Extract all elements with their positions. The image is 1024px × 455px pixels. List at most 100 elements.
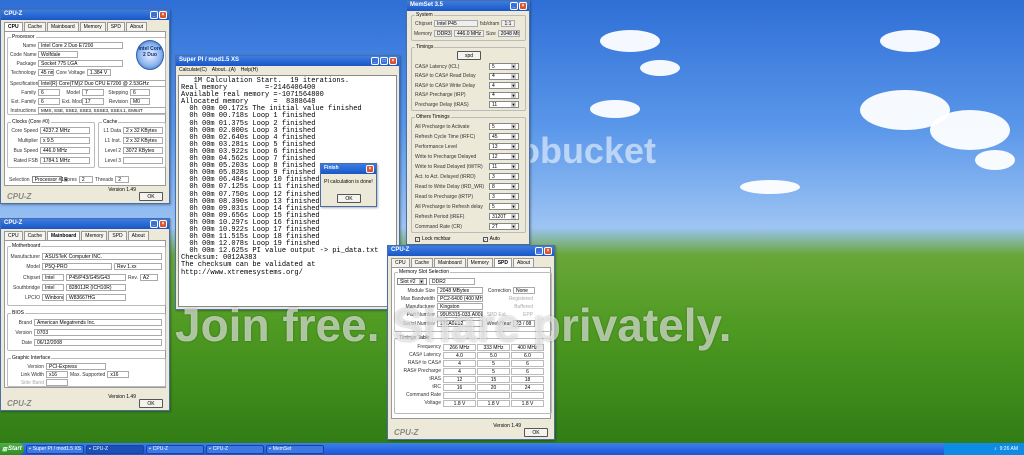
specification: Intel(R) Core(TM)2 Duo CPU E7200 @ 2.53G… <box>38 80 166 87</box>
tab-cpu[interactable]: CPU <box>4 22 23 31</box>
timing-dropdown[interactable]: 5 ▼ <box>489 63 519 70</box>
tab-mainboard[interactable]: Mainboard <box>47 22 79 31</box>
timing-cell: 4.0 <box>443 352 476 359</box>
minimize-icon[interactable]: _ <box>150 11 158 19</box>
maximize-icon[interactable]: □ <box>380 57 388 65</box>
menu-calculate[interactable]: Calculate(C) <box>179 67 207 73</box>
close-icon[interactable]: × <box>159 11 167 19</box>
code-name: Wolfdale <box>38 51 78 58</box>
tab-cache[interactable]: Cache <box>23 231 47 240</box>
memset-window[interactable]: MemSet 3.5 _ × System Chipset Intel P45 fsb… <box>406 0 530 245</box>
chevron-down-icon: ▼ <box>511 154 516 159</box>
title-bar[interactable]: MemSet 3.5 _ × <box>407 1 529 11</box>
minimize-icon[interactable]: _ <box>150 220 158 228</box>
close-icon[interactable]: × <box>366 165 374 173</box>
clock[interactable]: 9:26 AM <box>1000 446 1018 452</box>
tab-about[interactable]: About <box>126 22 148 31</box>
timing-dropdown[interactable]: 5 ▼ <box>489 203 519 210</box>
chevron-down-icon: ▼ <box>511 134 516 139</box>
tab-memory[interactable]: Memory <box>81 231 108 240</box>
timing-dropdown[interactable]: 4 ▼ <box>489 72 519 80</box>
tab-spd[interactable]: SPD <box>493 258 512 267</box>
minimize-icon[interactable]: _ <box>371 57 379 65</box>
timing-cell: 1.8 V <box>511 400 544 407</box>
tab-spd[interactable]: SPD <box>108 231 127 240</box>
timing-row: CAS# Latency (tCL) 5 ▼ <box>415 63 519 70</box>
timing-dropdown[interactable]: 13 ▼ <box>489 143 519 150</box>
timing-dropdown[interactable]: 8 ▼ <box>489 183 519 190</box>
timing-dropdown[interactable]: 3 ▼ <box>489 193 519 200</box>
app-icon: ▪ <box>209 446 211 452</box>
timing-dropdown[interactable]: 12 ▼ <box>489 153 519 160</box>
tab-about[interactable]: About <box>127 231 149 240</box>
title-bar[interactable]: Finish × <box>321 164 376 174</box>
tab-cpu[interactable]: CPU <box>391 258 410 267</box>
close-icon[interactable]: × <box>519 2 527 10</box>
timing-row: Refresh Period (tREF) 3120T ▼ <box>415 213 519 220</box>
spd-button[interactable]: spd <box>457 51 481 60</box>
timing-dropdown[interactable]: 5 ▼ <box>489 123 519 130</box>
cloud <box>590 100 640 118</box>
auto-checkbox[interactable]: ✓ <box>482 236 488 242</box>
timing-dropdown[interactable]: 45 ▼ <box>489 133 519 140</box>
tab-memory[interactable]: Memory <box>79 22 106 31</box>
speaker-icon[interactable]: ♪ <box>994 446 997 452</box>
cloud <box>640 60 680 76</box>
title-bar[interactable]: Super PI / mod1.5 XS _ □ × <box>176 56 399 66</box>
timing-label: RAS# to CAS# Read Delay <box>415 73 476 79</box>
finish-dialog[interactable]: Finish × PI calculation is done! OK <box>320 163 377 207</box>
timing-cell <box>477 392 510 399</box>
ok-button[interactable]: OK <box>139 192 163 201</box>
core-speed: 4237.2 MHz <box>40 127 90 134</box>
lock-mchbar-checkbox[interactable]: ✓ <box>415 236 420 242</box>
processor-selection-dropdown[interactable]: Processor #1 ▼ <box>31 176 69 183</box>
start-button[interactable]: ⊞ Start <box>0 443 24 455</box>
tab-memory[interactable]: Memory <box>466 258 493 267</box>
timing-cell <box>443 392 476 399</box>
timing-dropdown[interactable]: 3 ▼ <box>489 173 519 180</box>
timing-cell: 6.0 <box>511 352 544 359</box>
close-icon[interactable]: × <box>544 247 552 255</box>
cloud <box>975 150 1015 170</box>
timing-label: Refresh Cycle Time (tRFC) <box>415 133 476 140</box>
chevron-down-icon: ▼ <box>511 144 516 149</box>
timing-dropdown[interactable]: 3120T ▼ <box>489 213 519 220</box>
taskbar-item-cpuz-2[interactable]: ▪ CPU-Z <box>146 444 204 454</box>
minimize-icon[interactable]: _ <box>535 247 543 255</box>
timing-row: Act. to Act. Delayed (tRRD) 3 ▼ <box>415 173 519 180</box>
close-icon[interactable]: × <box>389 57 397 65</box>
cpuz-mainboard-window[interactable]: CPU-Z _ × CPU Cache Mainboard Memory SPD About… <box>0 218 170 411</box>
cpuz-cpu-window[interactable]: CPU-Z _ × CPU Cache Mainboard Memory SPD About… <box>0 9 170 204</box>
tab-mainboard[interactable]: Mainboard <box>434 258 466 267</box>
taskbar-item-memset[interactable]: ▪ MemSet <box>266 444 324 454</box>
timing-dropdown[interactable]: 4 ▼ <box>489 82 519 89</box>
timing-dropdown[interactable]: 11 ▼ <box>489 101 519 108</box>
ok-button[interactable]: OK <box>524 428 548 437</box>
title-bar[interactable]: CPU-Z _ × <box>1 10 169 20</box>
chevron-down-icon: ▼ <box>511 194 516 199</box>
console-line: http://www.xtremesystems.org/ <box>181 268 303 277</box>
ok-button[interactable]: OK <box>337 194 361 203</box>
menu-about[interactable]: About...(A) <box>212 67 236 73</box>
taskbar-item-superpi[interactable]: ▪ Super PI / mod1.5 XS <box>26 444 84 454</box>
menu-help[interactable]: Help(H) <box>241 67 258 73</box>
timing-dropdown[interactable]: 2T ▼ <box>489 223 519 230</box>
tab-about[interactable]: About <box>513 258 535 267</box>
taskbar-item-cpuz-1[interactable]: ▪ CPU-Z <box>86 444 144 454</box>
ok-button[interactable]: OK <box>139 399 163 408</box>
taskbar-item-cpuz-3[interactable]: ▪ CPU-Z <box>206 444 264 454</box>
timing-label: Read to Write Delay (tRD_WR) <box>415 183 485 190</box>
tab-cache[interactable]: Cache <box>410 258 434 267</box>
title-bar[interactable]: CPU-Z _ × <box>1 219 169 229</box>
title-bar[interactable]: CPU-Z _ × <box>388 246 554 256</box>
minimize-icon[interactable]: _ <box>510 2 518 10</box>
tab-spd[interactable]: SPD <box>106 22 125 31</box>
timing-dropdown[interactable]: 4 ▼ <box>489 91 519 99</box>
timing-dropdown[interactable]: 11 ▼ <box>489 163 519 170</box>
tab-mainboard[interactable]: Mainboard <box>47 231 81 240</box>
close-icon[interactable]: × <box>159 220 167 228</box>
app-icon: ▪ <box>29 446 31 452</box>
tab-cpu[interactable]: CPU <box>4 231 23 240</box>
slot-selection-dropdown[interactable]: Slot #2 ▼ <box>397 278 427 285</box>
tab-cache[interactable]: Cache <box>23 22 47 31</box>
